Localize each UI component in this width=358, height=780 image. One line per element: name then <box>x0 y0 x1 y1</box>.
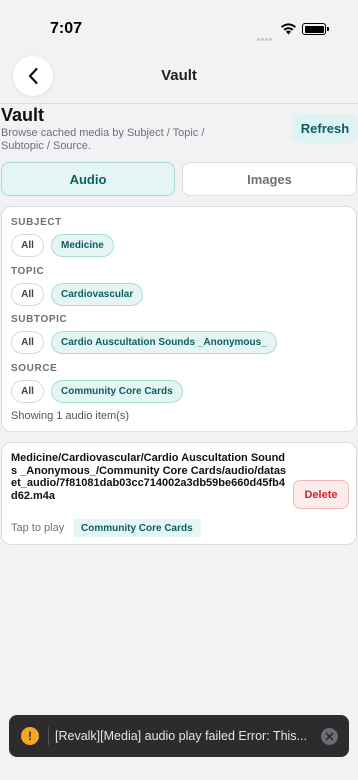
toast-message: [Revalk][Media] audio play failed Error:… <box>55 729 307 743</box>
navigation-bar: Vault <box>0 50 358 104</box>
audio-item-path: Medicine/Cardiovascular/Cardio Auscultat… <box>11 452 287 502</box>
audio-item-card[interactable]: Medicine/Cardiovascular/Cardio Auscultat… <box>1 442 357 545</box>
refresh-button[interactable]: Refresh <box>292 114 358 143</box>
subtopic-filter-label: SUBTOPIC <box>11 314 68 325</box>
subtopic-chip-all[interactable]: All <box>11 331 44 354</box>
subtopic-chip-selected[interactable]: Cardio Auscultation Sounds _Anonymous_ <box>51 331 277 354</box>
topic-chip-all[interactable]: All <box>11 283 44 306</box>
subject-chip-selected[interactable]: Medicine <box>51 234 114 257</box>
filters-card: SUBJECT All Medicine TOPIC All Cardiovas… <box>1 206 357 432</box>
delete-button[interactable]: Delete <box>293 480 349 509</box>
source-chip-selected[interactable]: Community Core Cards <box>51 380 183 403</box>
status-bar: 7:07 <box>0 0 358 50</box>
results-count: Showing 1 audio item(s) <box>11 410 130 422</box>
tab-audio[interactable]: Audio <box>1 162 175 196</box>
topic-chip-selected[interactable]: Cardiovascular <box>51 283 144 306</box>
source-filter-label: SOURCE <box>11 363 58 374</box>
cellular-signal-icon <box>257 28 275 41</box>
status-time: 7:07 <box>50 20 83 37</box>
close-icon[interactable] <box>321 728 338 745</box>
subject-chip-all[interactable]: All <box>11 234 44 257</box>
page-subtitle: Browse cached media by Subject / Topic /… <box>1 127 205 152</box>
tab-images[interactable]: Images <box>182 162 357 196</box>
battery-icon <box>302 23 329 35</box>
toast-divider <box>48 727 49 745</box>
wifi-icon <box>281 23 296 35</box>
source-chip-all[interactable]: All <box>11 380 44 403</box>
tap-to-play-hint: Tap to play <box>11 522 65 534</box>
nav-title: Vault <box>161 67 197 84</box>
source-tag: Community Core Cards <box>73 519 201 537</box>
subject-filter-label: SUBJECT <box>11 217 62 228</box>
warning-icon: ! <box>21 727 39 745</box>
error-toast[interactable]: ! [Revalk][Media] audio play failed Erro… <box>9 715 349 757</box>
topic-filter-label: TOPIC <box>11 266 45 277</box>
page-title: Vault <box>1 105 45 125</box>
